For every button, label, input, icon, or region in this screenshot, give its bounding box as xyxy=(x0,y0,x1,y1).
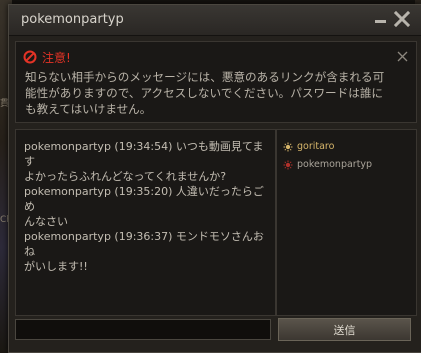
message-line: んなさい xyxy=(24,215,68,228)
user-status-icon xyxy=(283,160,293,170)
close-icon[interactable] xyxy=(394,11,410,27)
participant-name: goritaro xyxy=(297,141,335,152)
message-input[interactable] xyxy=(15,319,271,340)
user-status-icon xyxy=(283,142,293,152)
message-line: pokemonpartyp (19:36:37) モンドモソさんおね xyxy=(24,230,264,258)
prohibited-icon xyxy=(23,50,37,64)
warning-text: 知らない相手からのメッセージには、悪意のあるリンクが含まれる可 能性がありますの… xyxy=(25,69,411,117)
message-line: pokemonpartyp (19:34:54) いつも動画見てます xyxy=(24,140,264,168)
warning-line: も教えてはいけません。 xyxy=(25,102,152,116)
warning-line: 知らない相手からのメッセージには、悪意のあるリンクが含まれる可 xyxy=(25,70,385,84)
message-log[interactable]: pokemonpartyp (19:34:54) いつも動画見てます よかったら… xyxy=(15,129,276,316)
message-line: がいします!! xyxy=(24,260,88,273)
message-item: pokemonpartyp (19:36:37) モンドモソさんおね がいします… xyxy=(24,229,270,274)
warning-close-icon[interactable] xyxy=(397,51,408,62)
participant-list: goritaro pokemonpartyp xyxy=(276,129,417,316)
participant-name: pokemonpartyp xyxy=(297,159,373,170)
send-button[interactable]: 送信 xyxy=(278,318,411,341)
message-item: pokemonpartyp (19:34:54) いつも動画見てます よかったら… xyxy=(24,139,270,184)
minimize-button[interactable] xyxy=(375,20,386,23)
chat-window: pokemonpartyp 注意! 知らない相手からのメッセージには、悪意のある… xyxy=(8,4,421,353)
message-item: pokemonpartyp (19:35:20) 人違いだったらごめ んなさい xyxy=(24,184,270,229)
warning-panel: 注意! 知らない相手からのメッセージには、悪意のあるリンクが含まれる可 能性があ… xyxy=(15,41,417,123)
warning-line: 能性がありますので、アクセスしないでください。パスワードは誰に xyxy=(25,86,384,100)
window-title: pokemonpartyp xyxy=(21,12,124,27)
warning-title: 注意! xyxy=(42,51,71,65)
title-bar[interactable]: pokemonpartyp xyxy=(9,5,421,36)
message-line: よかったらふれんどなってくれませんか? xyxy=(24,170,227,183)
message-line: pokemonpartyp (19:35:20) 人違いだったらごめ xyxy=(24,185,264,213)
